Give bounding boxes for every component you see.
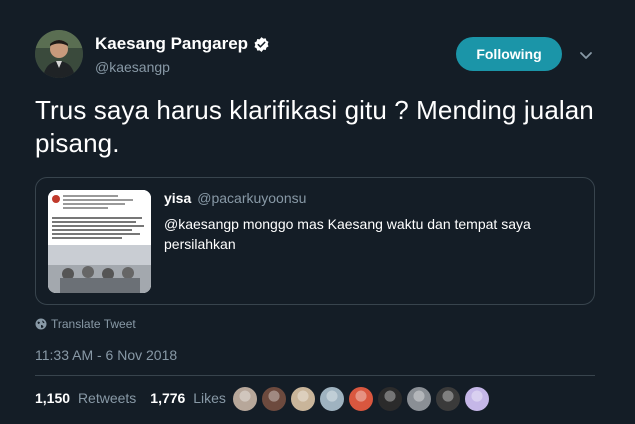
liker-avatar[interactable]: [435, 386, 461, 412]
likes-label: Likes: [193, 390, 226, 406]
tweet-timestamp[interactable]: 11:33 AM - 6 Nov 2018: [35, 347, 177, 363]
user-handle[interactable]: @kaesangp: [95, 59, 170, 75]
quoted-tweet-image[interactable]: [48, 190, 151, 293]
following-button[interactable]: Following: [456, 37, 562, 71]
retweets-label: Retweets: [77, 390, 137, 406]
retweets-stat[interactable]: 1,150 Retweets: [35, 390, 136, 406]
globe-icon: [35, 318, 47, 330]
divider: [35, 375, 595, 376]
avatar[interactable]: [35, 30, 83, 78]
retweets-count: 1,150: [35, 390, 71, 406]
liker-avatar[interactable]: [261, 386, 287, 412]
liker-avatar[interactable]: [406, 386, 432, 412]
chevron-down-icon[interactable]: [578, 47, 594, 63]
translate-tweet-link[interactable]: Translate Tweet: [35, 317, 136, 331]
likes-stat[interactable]: 1,776 Likes: [150, 390, 226, 406]
liker-avatar[interactable]: [290, 386, 316, 412]
liker-avatar[interactable]: [348, 386, 374, 412]
display-name[interactable]: Kaesang Pangarep: [95, 34, 248, 54]
tweet-stats: 1,150 Retweets 1,776 Likes: [35, 390, 226, 406]
liker-avatar[interactable]: [319, 386, 345, 412]
quoted-tweet-text: @kaesangp monggo mas Kaesang waktu dan t…: [164, 216, 531, 252]
likes-count: 1,776: [150, 390, 186, 406]
liker-avatar[interactable]: [377, 386, 403, 412]
liker-avatar[interactable]: [464, 386, 490, 412]
tweet-text: Trus saya harus klarifikasi gitu ? Mendi…: [35, 95, 594, 158]
liker-avatar[interactable]: [232, 386, 258, 412]
translate-tweet-label[interactable]: Translate Tweet: [51, 317, 136, 331]
quoted-user-name: yisa: [164, 190, 192, 206]
quoted-user-handle: @pacarkuyoonsu: [197, 190, 307, 206]
liker-avatars: [232, 386, 493, 412]
tweet-detail: Kaesang Pangarep @kaesangp Following Tru…: [0, 0, 635, 424]
quoted-tweet[interactable]: yisa @pacarkuyoonsu @kaesangp monggo mas…: [35, 177, 595, 305]
verified-badge-icon: [253, 36, 270, 53]
